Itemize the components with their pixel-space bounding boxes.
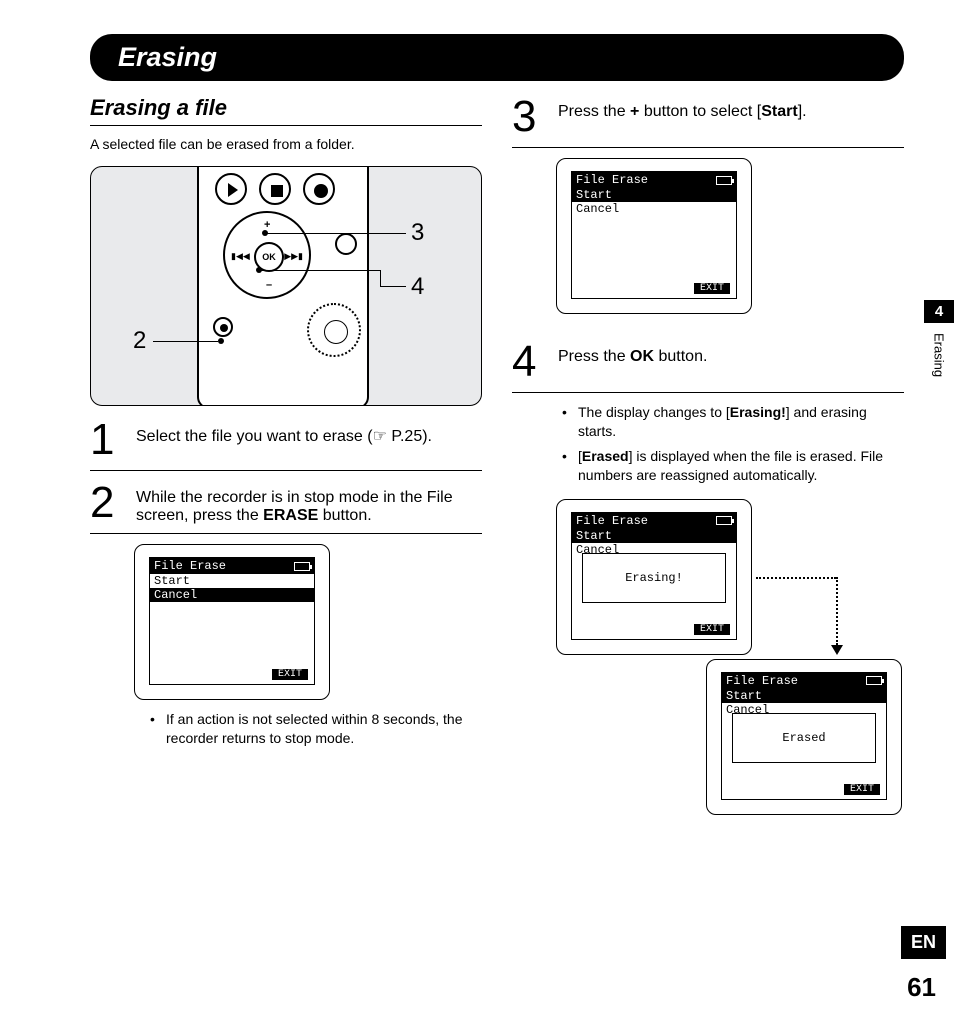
side-tab: 4 Erasing — [924, 300, 954, 377]
lcd-screenshot-erased: File Erase Start Cancel Erased EXIT — [706, 659, 902, 815]
battery-icon — [716, 176, 732, 185]
step-1: 1 Select the file you want to erase (☞ P… — [90, 418, 482, 471]
leader-line — [266, 233, 406, 234]
minus-icon: – — [266, 279, 272, 291]
device-body: OK + – ▮◀◀ ▶▶▮ — [197, 166, 369, 406]
step-number: 2 — [90, 481, 122, 525]
chapter-label-vertical: Erasing — [932, 333, 947, 377]
step-2: 2 While the recorder is in stop mode in … — [90, 481, 482, 534]
lcd-screen: File Erase Start Cancel Erased EXIT — [721, 672, 887, 800]
arrow-dotted — [836, 577, 838, 645]
erase-button-icon — [213, 317, 233, 337]
step-text: Press the + button to select [Start]. — [558, 95, 807, 139]
leader-line — [380, 270, 381, 286]
prev-icon: ▮◀◀ — [231, 251, 250, 262]
step-3: 3 Press the + button to select [Start]. — [512, 95, 904, 148]
lcd-screen: File Erase Start Cancel Erasing! EXIT — [571, 512, 737, 640]
chapter-title: Erasing — [118, 42, 217, 72]
note-item: If an action is not selected within 8 se… — [146, 710, 482, 748]
intro-text: A selected file can be erased from a fol… — [90, 136, 482, 152]
step-number: 3 — [512, 95, 544, 139]
lcd-row: Start — [722, 689, 886, 703]
chapter-title-bar: Erasing — [90, 34, 904, 81]
dpad-icon: OK + – ▮◀◀ ▶▶▮ — [223, 211, 311, 299]
step-4: 4 Press the OK button. — [512, 340, 904, 393]
lcd-sequence: File Erase Start Cancel Erasing! EXIT Fi… — [556, 499, 904, 829]
lcd-exit-label: EXIT — [844, 784, 880, 795]
note-item: The display changes to [Erasing!] and er… — [558, 403, 904, 441]
leader-line — [153, 341, 218, 342]
device-illustration: OK + – ▮◀◀ ▶▶▮ 3 4 — [90, 166, 482, 406]
lcd-row-cancel-selected: Cancel — [150, 588, 314, 602]
battery-icon — [294, 562, 310, 571]
arrow-head-icon — [831, 645, 843, 655]
lcd-row-cancel: Cancel — [572, 202, 736, 216]
stop-button-icon — [259, 173, 291, 205]
play-button-icon — [215, 173, 247, 205]
page-number: 61 — [907, 972, 936, 1003]
lcd-titlebar: File Erase — [722, 673, 886, 689]
lcd-titlebar: File Erase — [572, 172, 736, 188]
lcd-titlebar: File Erase — [572, 513, 736, 529]
lcd-row-start: Start — [150, 574, 314, 588]
two-column-layout: Erasing a file A selected file can be er… — [90, 95, 904, 829]
battery-icon — [866, 676, 882, 685]
leader-line — [380, 286, 406, 287]
leader-dot — [218, 338, 224, 344]
step-text: While the recorder is in stop mode in th… — [136, 481, 482, 525]
lcd-popup: Erased — [732, 713, 876, 763]
step-number: 1 — [90, 418, 122, 462]
callout-2: 2 — [133, 327, 146, 355]
lcd-screenshot-start-selected: File Erase Start Cancel EXIT — [556, 158, 752, 314]
left-column: Erasing a file A selected file can be er… — [90, 95, 482, 829]
battery-icon — [716, 516, 732, 525]
lcd-popup: Erasing! — [582, 553, 726, 603]
leader-line — [260, 270, 380, 271]
lcd-exit-label: EXIT — [694, 283, 730, 294]
step-2-note: If an action is not selected within 8 se… — [146, 710, 482, 748]
right-column: 3 Press the + button to select [Start]. … — [512, 95, 904, 829]
manual-page: Erasing Erasing a file A selected file c… — [0, 0, 954, 1023]
callout-4: 4 — [411, 273, 424, 301]
lcd-screen: File Erase Start Cancel EXIT — [571, 171, 737, 299]
language-badge: EN — [901, 926, 946, 959]
note-item: [Erased] is displayed when the file is e… — [558, 447, 904, 485]
lcd-titlebar: File Erase — [150, 558, 314, 574]
step-text: Select the file you want to erase (☞ P.2… — [136, 418, 432, 462]
step-4-notes: The display changes to [Erasing!] and er… — [558, 403, 904, 485]
callout-3: 3 — [411, 219, 424, 247]
record-button-icon — [303, 173, 335, 205]
lcd-screen: File Erase Start Cancel EXIT — [149, 557, 315, 685]
step-text: Press the OK button. — [558, 340, 707, 384]
lcd-screenshot-cancel-selected: File Erase Start Cancel EXIT — [134, 544, 330, 700]
next-icon: ▶▶▮ — [284, 251, 303, 262]
small-button-icon — [335, 233, 357, 255]
dial-icon — [307, 303, 361, 357]
lcd-exit-label: EXIT — [272, 669, 308, 680]
lcd-row: Start — [572, 529, 736, 543]
section-heading: Erasing a file — [90, 95, 482, 126]
arrow-dotted — [756, 577, 836, 579]
chapter-number-badge: 4 — [924, 300, 954, 323]
lcd-exit-label: EXIT — [694, 624, 730, 635]
lcd-screenshot-erasing: File Erase Start Cancel Erasing! EXIT — [556, 499, 752, 655]
step-number: 4 — [512, 340, 544, 384]
lcd-row-start-selected: Start — [572, 188, 736, 202]
